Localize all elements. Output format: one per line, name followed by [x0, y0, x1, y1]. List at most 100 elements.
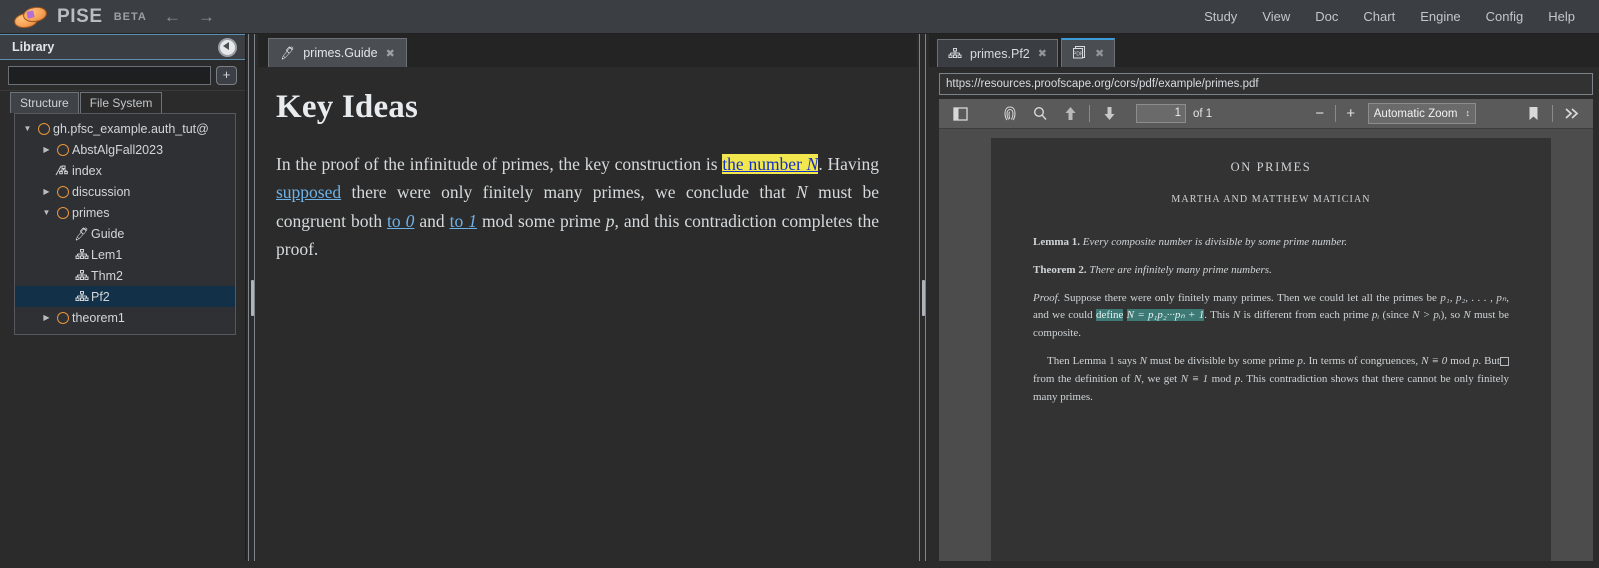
- page-total-label: of 1: [1193, 107, 1213, 120]
- tab-label: primes.Pf2: [970, 46, 1030, 61]
- text-segment: ), so: [1440, 309, 1464, 322]
- search-icon[interactable]: [1025, 102, 1055, 125]
- link-the-number-n[interactable]: the number N: [722, 154, 818, 174]
- center-tab-bar: 🖊 primes.Guide ✖: [258, 34, 917, 67]
- tab-primes-pf2[interactable]: primes.Pf2 ✖: [937, 39, 1058, 67]
- app-body: Library + Structure File System ▼ gh.pfsc…: [0, 34, 1599, 561]
- library-tabs: Structure File System: [0, 91, 245, 113]
- tab-file-system[interactable]: File System: [79, 92, 163, 113]
- text-segment: , we get: [1141, 372, 1181, 385]
- sidebar-splitter[interactable]: [246, 34, 258, 561]
- library-sidebar: Library + Structure File System ▼ gh.pfsc…: [0, 34, 246, 561]
- sidebar-toggle-icon[interactable]: [945, 102, 975, 125]
- menu-item-chart[interactable]: Chart: [1363, 9, 1395, 24]
- library-header: Library: [0, 34, 245, 60]
- close-icon[interactable]: ✖: [1038, 47, 1047, 60]
- tree-item-theorem1[interactable]: ▶ theorem1: [15, 307, 235, 328]
- more-tools-icon[interactable]: [1557, 102, 1587, 125]
- tree-item-abstalgfall2023[interactable]: ▶ AbstAlgFall2023: [15, 139, 235, 160]
- library-title: Library: [12, 40, 55, 54]
- tree-item-pf2[interactable]: ▶Pf2: [15, 286, 235, 307]
- tab-primes-guide[interactable]: 🖊 primes.Guide ✖: [268, 38, 407, 67]
- close-icon[interactable]: ✖: [1095, 47, 1104, 60]
- menu-item-help[interactable]: Help: [1548, 9, 1575, 24]
- link-to-0[interactable]: to 0: [387, 211, 414, 231]
- tab-structure[interactable]: Structure: [10, 92, 79, 113]
- zoom-level-select[interactable]: Automatic Zoom ↕: [1367, 103, 1476, 124]
- highlight-the-number-n[interactable]: the number N: [722, 154, 819, 174]
- tree-item-lem1[interactable]: ▶Lem1: [15, 244, 235, 265]
- tree-icon: [72, 269, 91, 282]
- text-segment: (since: [1379, 309, 1413, 322]
- tree-item-guide[interactable]: ▶🖊Guide: [15, 223, 235, 244]
- pdf-viewer[interactable]: ON PRIMES MARTHA AND MATTHEW MATICIAN Le…: [939, 129, 1593, 561]
- back-arrow-icon[interactable]: ←: [164, 8, 181, 25]
- caret-collapsed-icon[interactable]: ▶: [40, 145, 53, 154]
- proof-label: Proof.: [1033, 291, 1061, 304]
- caret-expanded-icon[interactable]: ▼: [21, 124, 34, 133]
- repo-circle-icon: [34, 122, 53, 135]
- tree-item-label: theorem1: [72, 310, 125, 325]
- center-panel: 🖊 primes.Guide ✖ Key Ideas In the proof …: [258, 34, 917, 561]
- page-number-input[interactable]: 1: [1136, 104, 1186, 123]
- tree-item-label: Lem1: [91, 247, 123, 262]
- sidebar-empty-area: [0, 335, 245, 561]
- tree-item-label: Guide: [91, 226, 125, 241]
- var-n: N: [796, 182, 808, 203]
- page-down-icon[interactable]: [1094, 102, 1124, 125]
- pdf-doc-authors: MARTHA AND MATTHEW MATICIAN: [1171, 194, 1371, 205]
- var-n: N: [1463, 309, 1471, 322]
- forward-arrow-icon[interactable]: →: [198, 8, 215, 25]
- right-panel: primes.Pf2 ✖ PDF ✖ https://resources.pro…: [929, 34, 1599, 561]
- pdf-url-bar[interactable]: https://resources.proofscape.org/cors/pd…: [939, 73, 1593, 95]
- menu-item-study[interactable]: Study: [1204, 9, 1237, 24]
- guide-paragraph: In the proof of the infinitude of primes…: [276, 150, 879, 263]
- repo-circle-icon: [53, 311, 72, 324]
- tree-item-index[interactable]: ▶index: [15, 160, 235, 181]
- center-right-splitter[interactable]: [917, 34, 929, 561]
- app-header: PISE BETA ← → Study View Doc Chart Engin…: [0, 0, 1599, 34]
- link-to-1[interactable]: to 1: [450, 211, 477, 231]
- highlight-define[interactable]: define: [1095, 309, 1124, 322]
- tab-pdf[interactable]: PDF ✖: [1060, 38, 1116, 67]
- tree-item-thm2[interactable]: ▶Thm2: [15, 265, 235, 286]
- text-segment: Suppose there were only finitely many pr…: [1060, 291, 1441, 304]
- tree-item-primes[interactable]: ▼ primes: [15, 202, 235, 223]
- page-up-icon[interactable]: [1055, 102, 1085, 125]
- inequality: N > pᵢ: [1412, 309, 1441, 322]
- text-segment: In the proof of the infinitude of primes…: [276, 154, 723, 174]
- highlight-formula-n[interactable]: N = p₁p₂···pₙ + 1: [1126, 309, 1205, 322]
- repo-circle-icon: [53, 185, 72, 198]
- bookmark-icon[interactable]: [1518, 102, 1548, 125]
- var-p: p: [605, 210, 615, 231]
- link-supposed[interactable]: supposed: [276, 182, 341, 202]
- library-search-input[interactable]: [8, 65, 211, 85]
- caret-collapsed-icon[interactable]: ▶: [40, 313, 53, 322]
- tree-item-label: discussion: [72, 184, 131, 199]
- zoom-out-button[interactable]: −: [1309, 105, 1331, 122]
- tree-item-gh-pfsc-example-auth-tut-[interactable]: ▼ gh.pfsc_example.auth_tut@: [15, 118, 235, 139]
- menu-item-engine[interactable]: Engine: [1420, 9, 1460, 24]
- tree-item-discussion[interactable]: ▶ discussion: [15, 181, 235, 202]
- library-collapse-icon[interactable]: [218, 37, 237, 57]
- zoom-in-button[interactable]: +: [1340, 105, 1362, 122]
- pdf-toolbar: 1 of 1 − + Automatic Zoom ↕: [939, 99, 1593, 129]
- text-segment: . This: [1204, 309, 1233, 322]
- menu-item-config[interactable]: Config: [1486, 9, 1524, 24]
- caret-collapsed-icon[interactable]: ▶: [40, 187, 53, 196]
- tree-icon: [948, 47, 962, 60]
- caret-expanded-icon[interactable]: ▼: [40, 208, 53, 217]
- menu-item-view[interactable]: View: [1262, 9, 1290, 24]
- pdf-pane: https://resources.proofscape.org/cors/pd…: [929, 67, 1599, 561]
- bottom-strip: [0, 561, 1599, 568]
- thumbnail-icon[interactable]: [995, 102, 1025, 125]
- close-icon[interactable]: ✖: [386, 47, 395, 60]
- library-tree: ▼ gh.pfsc_example.auth_tut@ ▶ AbstAlgFall20…: [14, 113, 236, 335]
- menu-item-doc[interactable]: Doc: [1315, 9, 1338, 24]
- text-segment: there were only finitely many primes, we…: [341, 182, 797, 203]
- add-repo-button[interactable]: +: [216, 65, 237, 85]
- text-segment: . Having: [818, 154, 879, 174]
- index-icon: [53, 164, 72, 177]
- lemma-block: Lemma 1. Every composite number is divis…: [1033, 234, 1509, 252]
- chevron-updown-icon: ↕: [1465, 108, 1471, 118]
